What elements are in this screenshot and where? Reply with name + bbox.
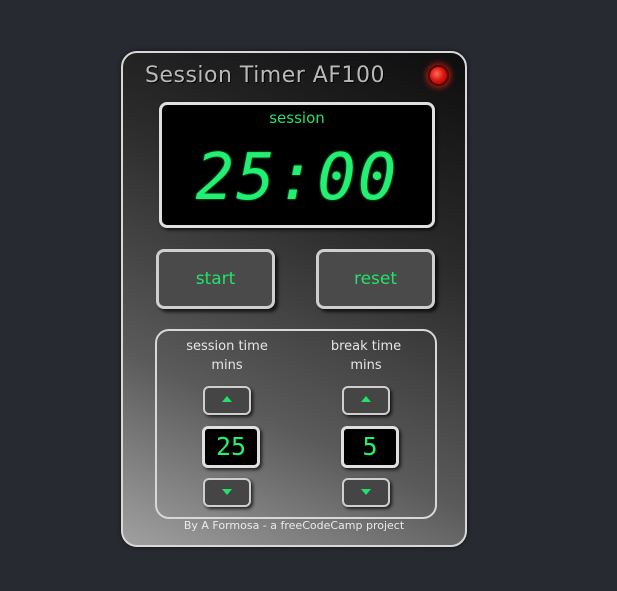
session-length-label: session time mins — [162, 337, 292, 375]
chevron-down-icon — [361, 489, 371, 495]
session-length-control: session time mins 25 — [162, 331, 292, 517]
break-label-line2: mins — [350, 358, 382, 373]
credit-footer: By A Formosa - a freeCodeCamp project — [183, 519, 405, 532]
session-label-line2: mins — [211, 358, 243, 373]
time-left: 25:00 — [195, 141, 399, 215]
start-button[interactable]: start — [156, 249, 275, 309]
break-length-label: break time mins — [301, 337, 431, 375]
app-title: Session Timer AF100 — [145, 63, 386, 88]
reset-button[interactable]: reset — [316, 249, 435, 309]
break-increment-button[interactable] — [342, 386, 390, 415]
length-settings-panel: session time mins 25 break time mins 5 — [155, 329, 437, 519]
chevron-up-icon — [361, 396, 371, 402]
break-decrement-button[interactable] — [342, 478, 390, 507]
session-decrement-button[interactable] — [203, 478, 251, 507]
chevron-down-icon — [222, 489, 232, 495]
break-label-line1: break time — [330, 339, 402, 354]
timer-display: session 25:00 — [159, 102, 435, 228]
chevron-up-icon — [222, 396, 232, 402]
break-length-value: 5 — [341, 426, 399, 468]
timer-mode-label: session — [269, 109, 325, 127]
timer-device: Session Timer AF100 session 25:00 start … — [121, 51, 467, 547]
break-length-control: break time mins 5 — [301, 331, 431, 517]
session-label-line1: session time — [186, 339, 268, 354]
session-increment-button[interactable] — [203, 386, 251, 415]
power-led-icon — [428, 65, 449, 86]
session-length-value: 25 — [202, 426, 260, 468]
